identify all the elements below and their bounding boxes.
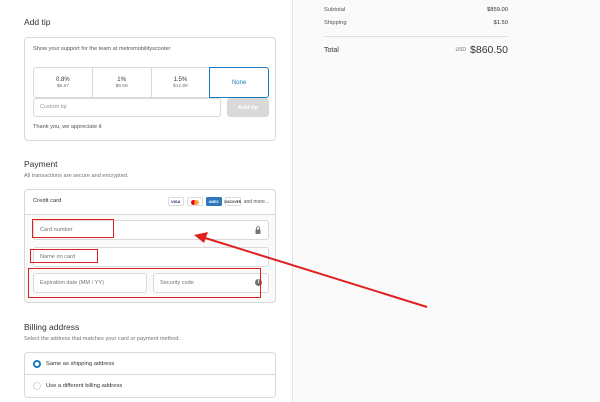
subtotal-label: Subtotal [324,7,346,13]
tip-amount: $6.87 [56,83,69,89]
billing-same-as-shipping[interactable]: Same as shipping address [25,353,275,375]
discover-logo-icon: DISCOVER [224,197,241,206]
visa-logo-icon: VISA [167,197,184,206]
summary-divider [324,36,508,37]
tip-thanks-text: Thank you, we appreciate it [33,124,102,130]
custom-tip-input[interactable]: Custom tip [33,98,221,117]
tip-support-text: Show your support for the team at metrom… [33,46,171,52]
tip-pct: None [231,79,247,86]
total-row: Total USD $860.50 [324,44,508,56]
tip-pct: 0.8% [56,76,70,83]
shipping-row: Shipping $1.50 [324,20,508,26]
tip-title: Add tip [24,17,51,27]
mastercard-logo-icon [186,197,203,206]
tip-option-0.8[interactable]: 0.8% $6.87 [33,67,93,98]
payment-title: Payment [24,159,58,169]
total-label: Total [324,46,339,54]
credit-card-label: Credit card [33,198,62,204]
payment-subtitle: All transactions are secure and encrypte… [24,173,129,179]
radio-selected-icon[interactable] [33,359,41,368]
and-more-text: and more... [243,198,269,205]
name-on-card-input[interactable]: Name on card [33,247,269,267]
card-number-input[interactable]: Card number [33,220,269,240]
order-summary-panel [292,0,600,402]
tip-box: Show your support for the team at metrom… [24,37,276,141]
tip-option-none[interactable]: None [209,67,269,98]
billing-option-label: Use a different billing address [46,383,123,389]
card-logos: VISA AMEX DISCOVER and more... [167,197,269,206]
add-tip-button[interactable]: Add tip [227,98,269,117]
tip-amount: $12.89 [173,83,188,89]
currency-code: USD [455,47,467,53]
shipping-label: Shipping [324,20,347,26]
tip-option-1[interactable]: 1% $8.59 [91,67,152,98]
billing-different-address[interactable]: Use a different billing address [25,375,275,397]
tip-options: 0.8% $6.87 1% $8.59 1.5% $12.89 None [33,67,269,98]
amex-logo-icon: AMEX [205,197,222,206]
security-code-input[interactable]: Security code [153,273,269,293]
total-value: $860.50 [470,44,508,56]
radio-icon[interactable] [33,382,41,390]
expiration-date-input[interactable]: Expiration date (MM / YY) [33,273,147,293]
tip-pct: 1.5% [173,76,188,83]
tip-option-1.5[interactable]: 1.5% $12.89 [150,67,211,98]
tip-pct: 1% [117,76,126,83]
help-info-icon[interactable]: i [255,279,262,286]
subtotal-value: $859.00 [487,7,508,13]
tip-amount: $8.59 [115,83,128,89]
billing-title: Billing address [24,322,80,332]
credit-card-header[interactable]: Credit card VISA AMEX DISCOVER and more.… [25,190,275,215]
lock-icon [255,226,261,234]
billing-option-label: Same as shipping address [46,360,115,367]
subtotal-row: Subtotal $859.00 [324,7,508,13]
billing-subtitle: Select the address that matches your car… [24,336,181,342]
shipping-value: $1.50 [493,20,508,26]
billing-options: Same as shipping address Use a different… [24,352,276,398]
